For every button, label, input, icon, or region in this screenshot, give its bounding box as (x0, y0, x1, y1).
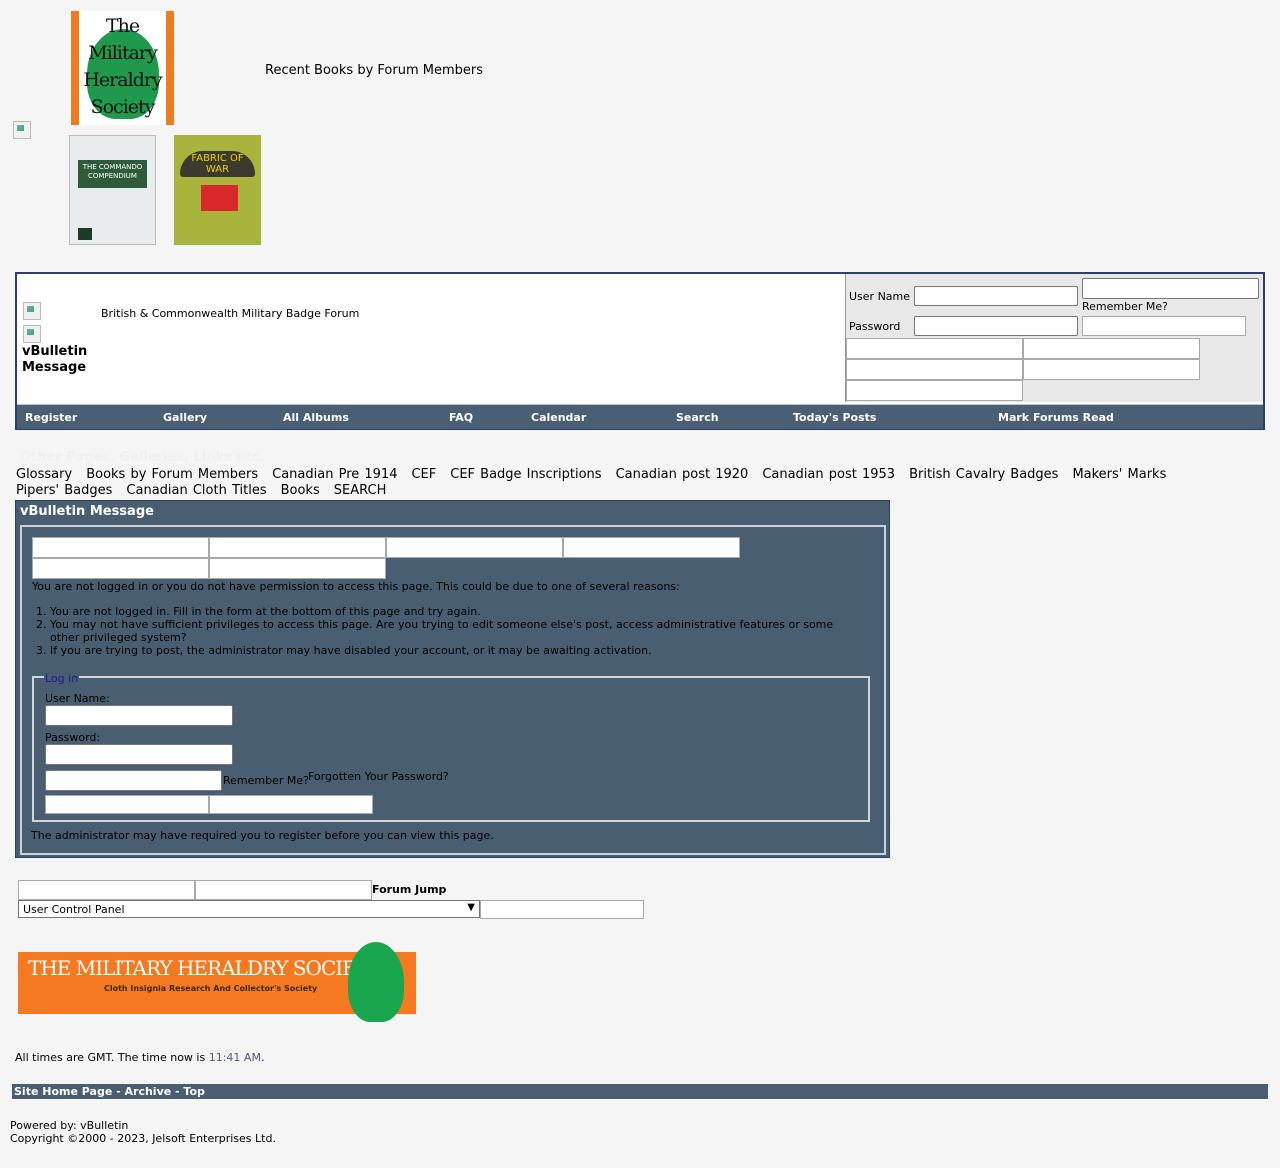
book-cover-fabric-of-war[interactable]: FABRIC OF WAR (174, 135, 261, 245)
hidden-field (386, 537, 563, 558)
forum-jump-label: Forum Jump (372, 883, 447, 896)
book-cover-title: THE COMMANDO COMPENDIUM (78, 160, 147, 188)
message-title: vBulletin Message (20, 504, 154, 519)
nav-calendar[interactable]: Calendar (531, 411, 586, 424)
link-pipers-badges[interactable]: Pipers' Badges (16, 483, 112, 498)
hidden-field (209, 558, 386, 579)
remember-me-label[interactable]: Remember Me? (1082, 300, 1168, 313)
link-books-by-forum-members[interactable]: Books by Forum Members (86, 467, 258, 482)
time-info: All times are GMT. The time now is 11:41… (15, 1051, 264, 1064)
link-canadian-post-1953[interactable]: Canadian post 1953 (762, 467, 895, 482)
username-input[interactable] (914, 286, 1078, 306)
password-input[interactable] (914, 316, 1078, 336)
nav-all-albums[interactable]: All Albums (283, 411, 349, 424)
forum-jump-go-button[interactable] (480, 900, 644, 919)
recent-books-label: Recent Books by Forum Members (265, 63, 483, 78)
mhs-logo[interactable]: The Military Heraldry Society (71, 11, 174, 125)
hidden-field (32, 537, 209, 558)
hidden-field-3 (846, 359, 1023, 380)
link-canadian-pre-1914[interactable]: Canadian Pre 1914 (272, 467, 397, 482)
remember-me-checkbox-box[interactable] (1082, 278, 1259, 299)
message-intro: You are not logged in or you do not have… (32, 580, 680, 593)
remember-me-checkbox[interactable] (45, 770, 222, 791)
message-footer-note: The administrator may have required you … (31, 829, 494, 842)
username-label: User Name (849, 290, 911, 303)
forum-jump-select[interactable]: User Control Panel ▼ (18, 900, 480, 918)
forum-jump-selected: User Control Panel (23, 903, 125, 916)
message-panel: vBulletin Message You are not logged in … (15, 500, 890, 858)
navbar-icon-2 (23, 325, 41, 343)
hidden-field (563, 537, 740, 558)
times-suffix: . (260, 1051, 265, 1064)
link-makers-marks[interactable]: Makers' Marks (1072, 467, 1166, 482)
book-cover-commando-compendium[interactable]: THE COMMANDO COMPENDIUM (69, 135, 156, 245)
reason-item: You may not have sufficient privileges t… (50, 618, 850, 644)
link-glossary[interactable]: Glossary (16, 467, 72, 482)
login-panel: User Name Remember Me? Password (846, 274, 1263, 402)
footer-nav-links[interactable]: Site Home Page - Archive - Top (14, 1085, 205, 1098)
forum-title-link[interactable]: British & Commonwealth Military Badge Fo… (101, 307, 359, 320)
jump-hidden-field (195, 880, 372, 900)
navbar-title-cell: British & Commonwealth Military Badge Fo… (17, 274, 846, 402)
nav-mark-forums-read[interactable]: Mark Forums Read (998, 411, 1114, 424)
link-books[interactable]: Books (281, 483, 320, 498)
nav-gallery[interactable]: Gallery (163, 411, 207, 424)
chevron-down-icon: ▼ (467, 902, 475, 913)
login-remember-label[interactable]: Remember Me? (223, 774, 309, 787)
nav-todays-posts[interactable]: Today's Posts (793, 411, 876, 424)
navbar: British & Commonwealth Military Badge Fo… (15, 272, 1265, 430)
nav-faq[interactable]: FAQ (449, 411, 473, 424)
book-cover-title: FABRIC OF WAR (180, 151, 255, 177)
mhs-banner[interactable]: THE MILITARY HERALDRY SOCIETY Cloth Insi… (18, 942, 416, 1025)
hidden-field-4 (1023, 359, 1200, 380)
other-pages-heading: Other Pages, Galleries, Links etc. (20, 450, 265, 465)
login-password-label: Password: (45, 731, 101, 744)
hidden-field (32, 558, 209, 579)
hidden-field-2 (1023, 338, 1200, 359)
mhs-logo-text: The Military Heraldry Society (83, 15, 162, 118)
forgot-password-link[interactable]: Forgotten Your Password? (308, 770, 449, 783)
leaf-emblem-icon (348, 942, 404, 1022)
navbar-links: Register Gallery All Albums FAQ Calendar… (17, 404, 1263, 429)
hidden-field (209, 537, 386, 558)
current-time: 11:41 AM (208, 1051, 261, 1064)
hidden-field-1 (846, 338, 1023, 359)
times-prefix: All times are GMT. The time now is (15, 1051, 206, 1064)
login-password-input[interactable] (45, 744, 233, 765)
login-button[interactable] (1082, 316, 1246, 336)
jump-hidden-field (18, 880, 195, 900)
banner-title: THE MILITARY HERALDRY SOCIETY (28, 956, 381, 980)
reason-list: You are not logged in. Fill in the form … (10, 605, 850, 657)
header-banner-image (13, 121, 31, 139)
hidden-field-5 (846, 380, 1023, 401)
breadcrumb-title: vBulletin Message (22, 344, 88, 375)
copyright-text: Copyright ©2000 - 2023, Jelsoft Enterpri… (10, 1132, 276, 1145)
link-cef[interactable]: CEF (411, 467, 436, 482)
powered-by-text: Powered by: vBulletin (10, 1119, 129, 1132)
login-reset-button[interactable] (209, 795, 373, 814)
login-username-input[interactable] (45, 705, 233, 726)
login-submit-button[interactable] (45, 795, 209, 814)
nav-register[interactable]: Register (25, 411, 77, 424)
login-username-label: User Name: (45, 692, 110, 705)
link-canadian-cloth-titles[interactable]: Canadian Cloth Titles (126, 483, 266, 498)
powered-by: Powered by: vBulletin Copyright ©2000 - … (10, 1119, 276, 1145)
reason-item: You are not logged in. Fill in the form … (50, 605, 850, 618)
link-search[interactable]: SEARCH (334, 483, 387, 498)
other-pages-links: Glossary Books by Forum Members Canadian P… (16, 467, 1256, 499)
banner-subtitle: Cloth Insignia Research And Collector's … (104, 984, 318, 993)
link-canadian-post-1920[interactable]: Canadian post 1920 (616, 467, 749, 482)
nav-search[interactable]: Search (676, 411, 719, 424)
link-british-cavalry-badges[interactable]: British Cavalry Badges (909, 467, 1058, 482)
link-cef-badge-inscriptions[interactable]: CEF Badge Inscriptions (450, 467, 601, 482)
login-fieldset: Log in User Name: Password: Remember Me?… (32, 672, 870, 822)
reason-item: If you are trying to post, the administr… (50, 644, 850, 657)
navbar-icon (23, 302, 41, 320)
login-legend: Log in (44, 672, 80, 685)
footer-nav-bar: Site Home Page - Archive - Top (12, 1084, 1268, 1099)
password-label: Password (849, 320, 901, 333)
